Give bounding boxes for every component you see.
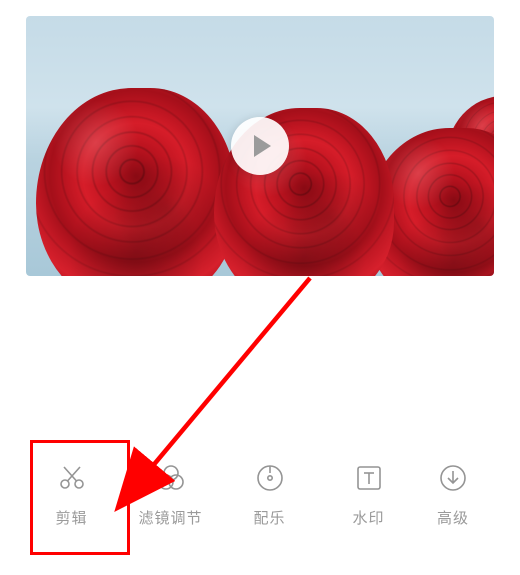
tool-watermark[interactable]: 水印 bbox=[319, 463, 418, 528]
tool-edit[interactable]: 剪辑 bbox=[22, 463, 121, 528]
tool-label: 滤镜调节 bbox=[138, 507, 202, 528]
text-box-icon bbox=[354, 463, 384, 493]
tool-label: 剪辑 bbox=[55, 507, 87, 528]
tool-advanced[interactable]: 高级 bbox=[418, 463, 488, 528]
video-content bbox=[36, 88, 236, 276]
play-icon bbox=[254, 135, 271, 157]
tool-filter[interactable]: 滤镜调节 bbox=[121, 463, 220, 528]
download-circle-icon bbox=[438, 463, 468, 493]
play-button[interactable] bbox=[231, 117, 289, 175]
video-preview[interactable] bbox=[26, 16, 494, 276]
scissors-icon bbox=[57, 463, 87, 493]
overlap-circles-icon bbox=[156, 463, 186, 493]
tool-label: 高级 bbox=[437, 507, 469, 528]
tool-label: 配乐 bbox=[253, 507, 285, 528]
tool-label: 水印 bbox=[352, 507, 384, 528]
app-canvas: 剪辑 滤镜调节 配乐 bbox=[0, 0, 520, 575]
disc-icon bbox=[255, 463, 285, 493]
tool-music[interactable]: 配乐 bbox=[220, 463, 319, 528]
editor-toolbar: 剪辑 滤镜调节 配乐 bbox=[0, 435, 520, 575]
